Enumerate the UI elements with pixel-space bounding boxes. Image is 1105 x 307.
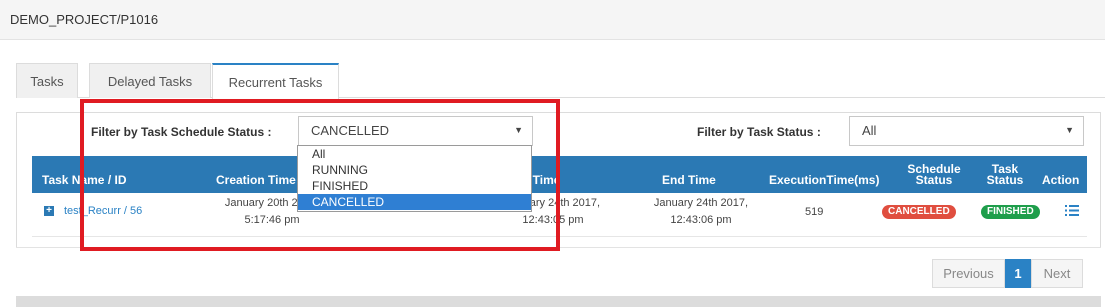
current-page-button[interactable]: 1 xyxy=(1005,259,1031,288)
previous-page-button[interactable]: Previous xyxy=(932,259,1005,288)
column-header-schedule-status[interactable]: Schedule Status xyxy=(904,163,964,187)
table-row: + test_Recurr / 56 January 20th 2017, 5:… xyxy=(32,193,1087,237)
option-finished[interactable]: FINISHED xyxy=(298,178,531,194)
column-header-end-time[interactable]: End Time xyxy=(662,173,716,187)
task-status-badge: FINISHED xyxy=(981,205,1040,219)
task-status-selected-value: All xyxy=(862,123,877,138)
task-name-link[interactable]: test_Recurr / 56 xyxy=(64,205,142,217)
column-header-execution-time[interactable]: ExecutionTime(ms) xyxy=(769,173,879,187)
end-time-date: January 24th 2017, xyxy=(653,197,749,209)
schedule-status-dropdown-list: All RUNNING FINISHED CANCELLED xyxy=(297,145,532,212)
end-time-cell: January 24th 2017, 12:43:06 pm xyxy=(641,195,761,229)
column-header-creation-time[interactable]: Creation Time xyxy=(216,173,296,187)
next-page-button[interactable]: Next xyxy=(1031,259,1083,288)
column-header-task-name[interactable]: Task Name / ID xyxy=(42,173,126,187)
task-status-header-line2: Status xyxy=(986,173,1024,187)
caret-down-icon: ▼ xyxy=(514,125,523,135)
column-header-action: Action xyxy=(1042,173,1080,187)
option-running[interactable]: RUNNING xyxy=(298,162,531,178)
breadcrumb: DEMO_PROJECT/P1016 xyxy=(10,12,159,27)
schedule-status-select[interactable]: CANCELLED ▼ xyxy=(298,116,533,146)
list-icon[interactable] xyxy=(1065,205,1079,216)
end-time-clock: 12:43:06 pm xyxy=(670,214,732,226)
column-header-task-status[interactable]: Task Status xyxy=(982,163,1028,187)
table-header: Task Name / ID Creation Time Start Time … xyxy=(32,156,1087,193)
schedule-status-badge: CANCELLED xyxy=(882,205,956,219)
schedule-status-header-line2: Status xyxy=(915,173,953,187)
task-status-select[interactable]: All ▼ xyxy=(849,116,1084,146)
top-bar: DEMO_PROJECT/P1016 xyxy=(0,0,1105,40)
tab-tasks[interactable]: Tasks xyxy=(16,63,78,98)
pagination-bar: Previous 1 Next xyxy=(16,247,1101,296)
schedule-status-selected-value: CANCELLED xyxy=(311,123,390,138)
execution-time-cell: 519 xyxy=(805,206,824,218)
task-status-filter-label: Filter by Task Status : xyxy=(697,125,821,139)
option-cancelled[interactable]: CANCELLED xyxy=(298,194,531,210)
option-all[interactable]: All xyxy=(298,146,531,162)
caret-down-icon: ▼ xyxy=(1065,125,1074,135)
creation-time-clock: 5:17:46 pm xyxy=(244,214,300,226)
plus-icon[interactable]: + xyxy=(44,206,54,216)
start-time-clock: 12:43:05 pm xyxy=(522,214,584,226)
schedule-status-filter-label: Filter by Task Schedule Status : xyxy=(91,125,272,139)
tab-delayed-tasks[interactable]: Delayed Tasks xyxy=(89,63,211,98)
tab-bar: Tasks Delayed Tasks Recurrent Tasks xyxy=(16,63,1105,99)
bottom-divider xyxy=(16,296,1101,307)
tab-recurrent-tasks[interactable]: Recurrent Tasks xyxy=(212,63,339,99)
